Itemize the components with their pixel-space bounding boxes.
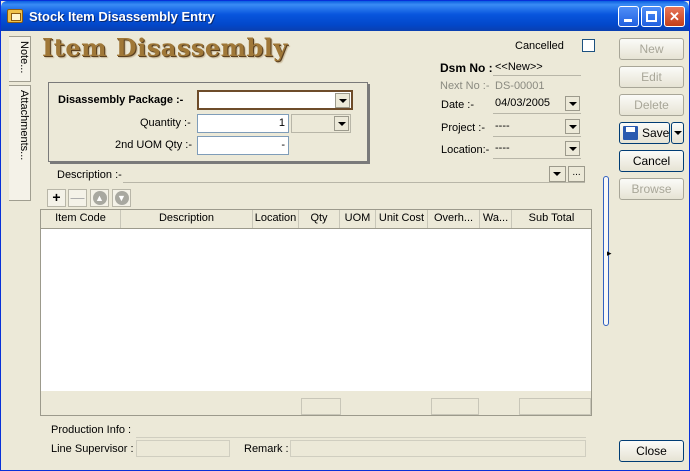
remove-row-button[interactable]: — <box>68 189 87 207</box>
dsm-no-field[interactable]: <<New>> <box>493 59 581 76</box>
column-header[interactable]: Item Code <box>41 210 121 228</box>
production-info-label: Production Info : <box>51 424 132 436</box>
move-down-button[interactable]: ▼ <box>112 189 131 207</box>
package-panel: Disassembly Package :- Quantity :- 1 2nd… <box>48 82 368 162</box>
description-label: Description :- <box>57 169 122 181</box>
column-header[interactable]: Unit Cost <box>376 210 428 228</box>
items-grid[interactable]: Item Code Description Location Qty UOM U… <box>40 209 592 416</box>
column-header[interactable]: Wa... <box>480 210 512 228</box>
package-select[interactable] <box>197 90 353 110</box>
chevron-down-icon[interactable] <box>565 119 580 134</box>
edit-button[interactable]: Edit <box>619 66 684 88</box>
dsm-no-label: Dsm No : <box>440 61 493 75</box>
column-header[interactable]: Overh... <box>428 210 480 228</box>
column-header[interactable]: UOM <box>340 210 376 228</box>
move-up-button[interactable]: ▲ <box>90 189 109 207</box>
minimize-icon <box>624 19 632 22</box>
grid-body[interactable] <box>41 229 591 391</box>
plus-icon: + <box>52 189 61 205</box>
maximize-button[interactable] <box>641 6 662 27</box>
project-label: Project :- <box>441 122 486 134</box>
column-header[interactable]: Location <box>253 210 299 228</box>
remark-label: Remark : <box>244 443 289 455</box>
cancel-button[interactable]: Cancel <box>619 150 684 172</box>
close-button[interactable]: Close <box>619 440 684 462</box>
project-select[interactable]: ---- <box>493 118 581 137</box>
quantity-label: Quantity :- <box>140 117 191 129</box>
tab-notes[interactable]: Note... <box>9 36 31 82</box>
close-window-button[interactable]: ✕ <box>664 6 685 27</box>
main-panel: Item Disassembly Cancelled Disassembly P… <box>34 31 604 469</box>
arrow-up-icon: ▲ <box>92 191 107 205</box>
footer-cell <box>431 398 479 415</box>
maximize-icon <box>646 11 657 22</box>
description-dropdown-button[interactable] <box>549 166 566 182</box>
remark-input[interactable] <box>290 440 586 457</box>
window-title: Stock Item Disassembly Entry <box>29 9 215 24</box>
production-info-input[interactable] <box>136 421 586 438</box>
uom-select[interactable] <box>291 114 351 133</box>
delete-button[interactable]: Delete <box>619 94 684 116</box>
footer-cell <box>519 398 591 415</box>
arrow-down-icon: ▼ <box>114 191 129 205</box>
client-area: Note... Attachments... Item Disassembly … <box>4 31 687 469</box>
line-supervisor-input[interactable] <box>136 440 230 457</box>
project-value: ---- <box>495 120 510 132</box>
location-value: ---- <box>495 142 510 154</box>
minus-icon: — <box>70 189 85 205</box>
save-button[interactable]: Save <box>619 122 670 144</box>
floppy-disk-icon <box>623 126 638 140</box>
close-icon: ✕ <box>669 9 680 24</box>
calendar-dropdown-icon[interactable] <box>565 96 580 111</box>
minimize-button[interactable] <box>618 6 639 27</box>
save-options-button[interactable] <box>671 122 684 144</box>
footer-cell <box>301 398 341 415</box>
grid-footer <box>41 396 591 416</box>
column-header[interactable]: Description <box>121 210 253 228</box>
app-icon <box>7 9 23 23</box>
column-header[interactable]: Qty <box>299 210 340 228</box>
page-title: Item Disassembly <box>42 33 288 62</box>
chevron-down-icon <box>550 167 565 181</box>
title-bar: Stock Item Disassembly Entry ✕ <box>1 1 689 31</box>
column-header[interactable]: Sub Total <box>512 210 591 228</box>
location-select[interactable]: ---- <box>493 140 581 159</box>
main-window: Stock Item Disassembly Entry ✕ Note... A… <box>0 0 690 471</box>
browse-button[interactable]: Browse <box>619 178 684 200</box>
uom2-input[interactable]: - <box>197 136 289 155</box>
uom2-label: 2nd UOM Qty :- <box>115 139 193 151</box>
new-button[interactable]: New <box>619 38 684 60</box>
chevron-down-icon[interactable] <box>334 116 349 131</box>
save-label: Save <box>642 126 670 140</box>
add-row-button[interactable]: + <box>47 189 66 207</box>
chevron-down-icon[interactable] <box>335 93 350 108</box>
line-supervisor-label: Line Supervisor : <box>51 443 134 455</box>
cancelled-label: Cancelled <box>515 40 564 52</box>
date-label: Date :- <box>441 99 475 111</box>
cancelled-checkbox[interactable] <box>582 39 595 52</box>
date-field[interactable]: 04/03/2005 <box>493 95 581 114</box>
description-more-button[interactable]: ... <box>568 166 585 182</box>
location-label: Location:- <box>441 144 490 156</box>
chevron-down-icon[interactable] <box>565 141 580 156</box>
next-no-value: DS-00001 <box>495 80 545 92</box>
tab-attachments[interactable]: Attachments... <box>9 85 31 201</box>
date-value: 04/03/2005 <box>495 97 551 109</box>
description-input[interactable] <box>123 165 585 183</box>
next-no-label: Next No :- <box>440 80 490 92</box>
quantity-input[interactable]: 1 <box>197 114 289 133</box>
chevron-right-icon[interactable]: ▸ <box>607 248 612 259</box>
package-label: Disassembly Package :- <box>58 94 184 106</box>
grid-header: Item Code Description Location Qty UOM U… <box>41 210 591 229</box>
